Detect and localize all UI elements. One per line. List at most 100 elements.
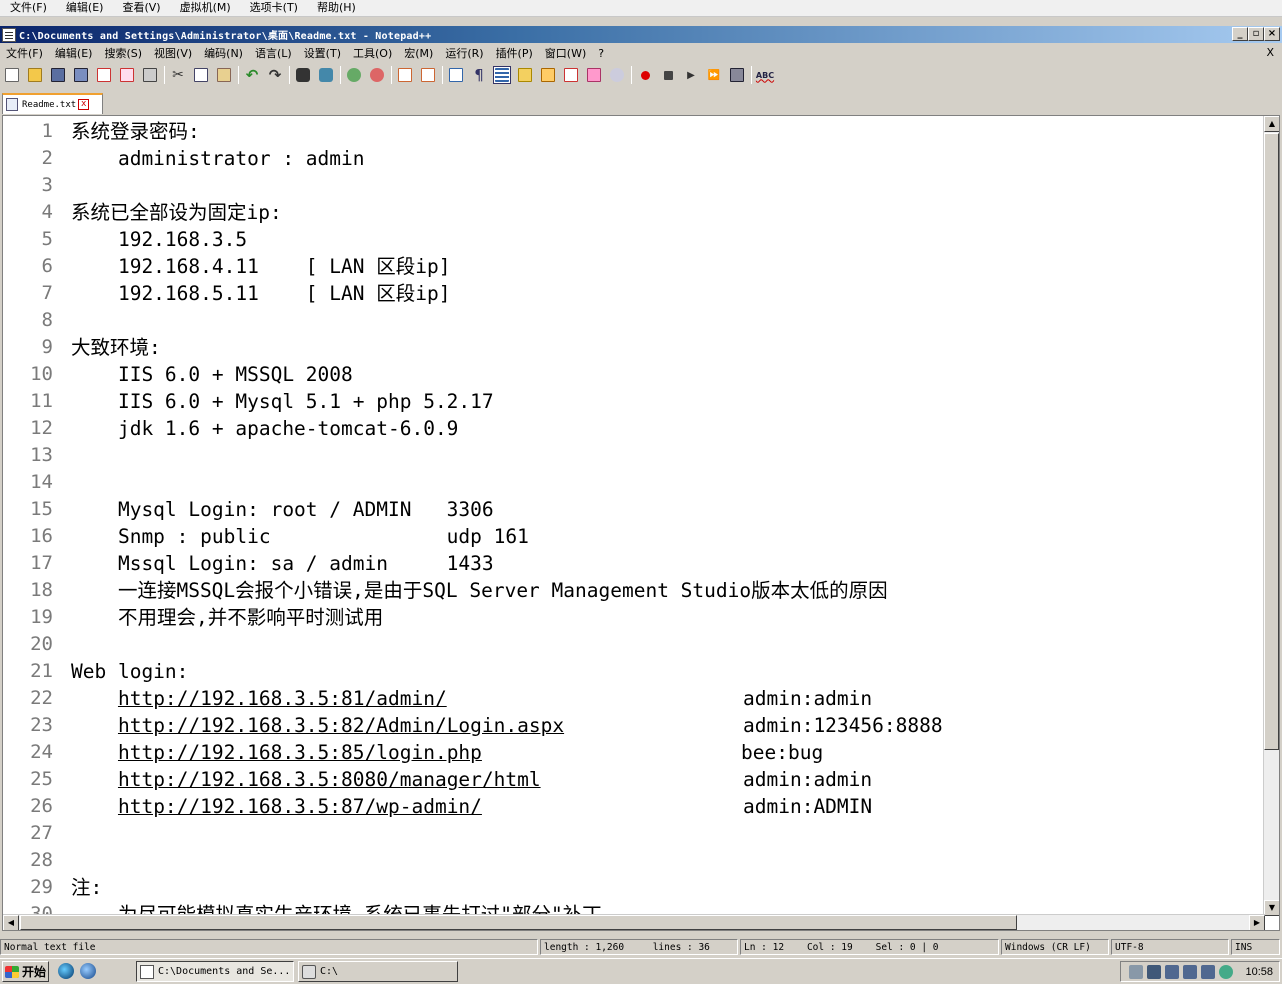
function-list-icon[interactable] <box>562 66 580 84</box>
record-macro-icon[interactable] <box>636 66 654 84</box>
network-connection-2-icon[interactable] <box>1183 964 1198 979</box>
vmware-tools-icon[interactable] <box>1147 964 1162 979</box>
user-lang-icon[interactable] <box>516 66 534 84</box>
close-icon[interactable] <box>95 66 113 84</box>
close-document-button[interactable]: X <box>1266 46 1274 59</box>
task-notepadpp[interactable]: C:\Documents and Se... <box>136 961 294 982</box>
spellcheck-icon[interactable]: ABC <box>756 66 774 84</box>
minimize-button[interactable]: _ <box>1232 27 1248 41</box>
web-login-url[interactable]: http://192.168.3.5:8080/manager/html <box>118 768 541 791</box>
vm-menu-help[interactable]: 帮助(H) <box>307 0 365 16</box>
vm-menu-file[interactable]: 文件(F) <box>0 0 56 16</box>
menu-run[interactable]: 运行(R) <box>439 45 489 61</box>
scroll-up-arrow-icon[interactable]: ▲ <box>1264 116 1279 132</box>
menu-help[interactable]: ? <box>592 47 610 60</box>
scroll-right-arrow-icon[interactable]: ▶ <box>1249 915 1265 930</box>
zoom-out-icon[interactable] <box>368 66 386 84</box>
editor[interactable]: 1 2 3 4 5 6 7 8 9 10 11 12 13 14 15 16 17 18 19 20 21 22 23 24 2… <box>2 115 1280 931</box>
line-number: 17 <box>30 552 53 574</box>
copy-icon[interactable] <box>192 66 210 84</box>
tab-close-icon[interactable]: x <box>78 99 90 110</box>
open-file-icon[interactable] <box>26 66 44 84</box>
text-area[interactable]: 系统登录密码: administrator : admin 系统已全部设为固定ip… <box>71 116 1263 930</box>
windows-flag-icon <box>5 965 19 978</box>
sync-horizontal-icon[interactable] <box>419 66 437 84</box>
network-connection-3-icon[interactable] <box>1201 964 1216 979</box>
web-login-credentials: admin:admin <box>743 768 873 791</box>
line-number: 19 <box>30 606 53 628</box>
text-line: 系统登录密码: <box>71 120 200 143</box>
menu-window[interactable]: 窗口(W) <box>539 45 592 61</box>
sync-vertical-icon[interactable] <box>396 66 414 84</box>
network-connection-icon[interactable] <box>1165 964 1180 979</box>
zoom-in-icon[interactable] <box>345 66 363 84</box>
web-login-url[interactable]: http://192.168.3.5:87/wp-admin/ <box>118 795 482 818</box>
scroll-down-arrow-icon[interactable]: ▼ <box>1264 900 1279 916</box>
tab-readme[interactable]: Readme.txt x <box>2 93 103 114</box>
folder-workspace-icon[interactable] <box>585 66 603 84</box>
close-button[interactable]: × <box>1264 27 1280 41</box>
redo-icon[interactable]: ↷ <box>266 66 284 84</box>
vertical-scroll-thumb[interactable] <box>1264 133 1279 750</box>
restore-button[interactable]: ▫ <box>1248 27 1264 41</box>
clock[interactable]: 10:58 <box>1245 966 1273 978</box>
menu-tools[interactable]: 工具(O) <box>347 45 398 61</box>
stop-macro-icon[interactable] <box>659 66 677 84</box>
vm-menu-edit[interactable]: 编辑(E) <box>56 0 113 16</box>
internet-explorer-icon[interactable] <box>58 963 74 979</box>
scroll-left-arrow-icon[interactable]: ◀ <box>3 915 19 930</box>
play-macro-icon[interactable]: ▶ <box>682 66 700 84</box>
print-icon[interactable] <box>141 66 159 84</box>
new-file-icon[interactable] <box>3 66 21 84</box>
network-icon[interactable] <box>1129 964 1144 979</box>
monitor-icon[interactable] <box>608 66 626 84</box>
cut-icon[interactable]: ✂ <box>169 66 187 84</box>
run-macro-multiple-icon[interactable]: ⏩ <box>705 66 723 84</box>
horizontal-scrollbar[interactable]: ◀ ▶ <box>3 914 1265 930</box>
replace-icon[interactable] <box>317 66 335 84</box>
menu-macro[interactable]: 宏(M) <box>398 45 439 61</box>
menu-edit[interactable]: 编辑(E) <box>49 45 99 61</box>
show-all-chars-icon[interactable]: ¶ <box>470 66 488 84</box>
menu-language[interactable]: 语言(L) <box>249 45 298 61</box>
menu-file[interactable]: 文件(F) <box>0 45 49 61</box>
web-login-url[interactable]: http://192.168.3.5:82/Admin/Login.aspx <box>118 714 564 737</box>
menu-plugins[interactable]: 插件(P) <box>490 45 539 61</box>
security-icon[interactable] <box>1219 964 1234 979</box>
task-explorer[interactable]: C:\ <box>298 961 458 982</box>
start-label: 开始 <box>22 965 47 979</box>
status-eol[interactable]: Windows (CR LF) <box>1001 939 1109 955</box>
paste-icon[interactable] <box>215 66 233 84</box>
undo-icon[interactable]: ↶ <box>243 66 261 84</box>
menu-encoding[interactable]: 编码(N) <box>198 45 249 61</box>
start-button[interactable]: 开始 <box>2 961 49 982</box>
indent-guide-icon[interactable] <box>493 66 511 84</box>
save-icon[interactable] <box>49 66 67 84</box>
doc-map-icon[interactable] <box>539 66 557 84</box>
quicklaunch-ie-icon[interactable] <box>80 963 96 979</box>
toolbar-separator <box>751 66 752 84</box>
save-macro-icon[interactable] <box>728 66 746 84</box>
save-all-icon[interactable] <box>72 66 90 84</box>
word-wrap-icon[interactable] <box>447 66 465 84</box>
menu-view[interactable]: 视图(V) <box>148 45 198 61</box>
web-login-credentials: admin:admin <box>743 687 873 710</box>
menu-search[interactable]: 搜索(S) <box>98 45 148 61</box>
title-bar[interactable]: C:\Documents and Settings\Administrator\… <box>0 26 1282 43</box>
status-encoding[interactable]: UTF-8 <box>1111 939 1229 955</box>
notepad-app-icon[interactable] <box>2 27 16 42</box>
vertical-scrollbar[interactable]: ▲ ▼ <box>1263 116 1279 916</box>
toolbar-separator <box>238 66 239 84</box>
menu-settings[interactable]: 设置(T) <box>298 45 347 61</box>
vm-menu-vm[interactable]: 虚拟机(M) <box>170 0 240 16</box>
web-login-url[interactable]: http://192.168.3.5:81/admin/ <box>118 687 447 710</box>
close-all-icon[interactable] <box>118 66 136 84</box>
find-icon[interactable] <box>294 66 312 84</box>
web-login-url[interactable]: http://192.168.3.5:85/login.php <box>118 741 482 764</box>
document-icon <box>6 98 18 111</box>
line-number: 8 <box>41 309 53 331</box>
vm-menu-tabs[interactable]: 选项卡(T) <box>240 0 307 16</box>
vm-menu-view[interactable]: 查看(V) <box>112 0 169 16</box>
horizontal-scroll-thumb[interactable] <box>20 915 1017 930</box>
